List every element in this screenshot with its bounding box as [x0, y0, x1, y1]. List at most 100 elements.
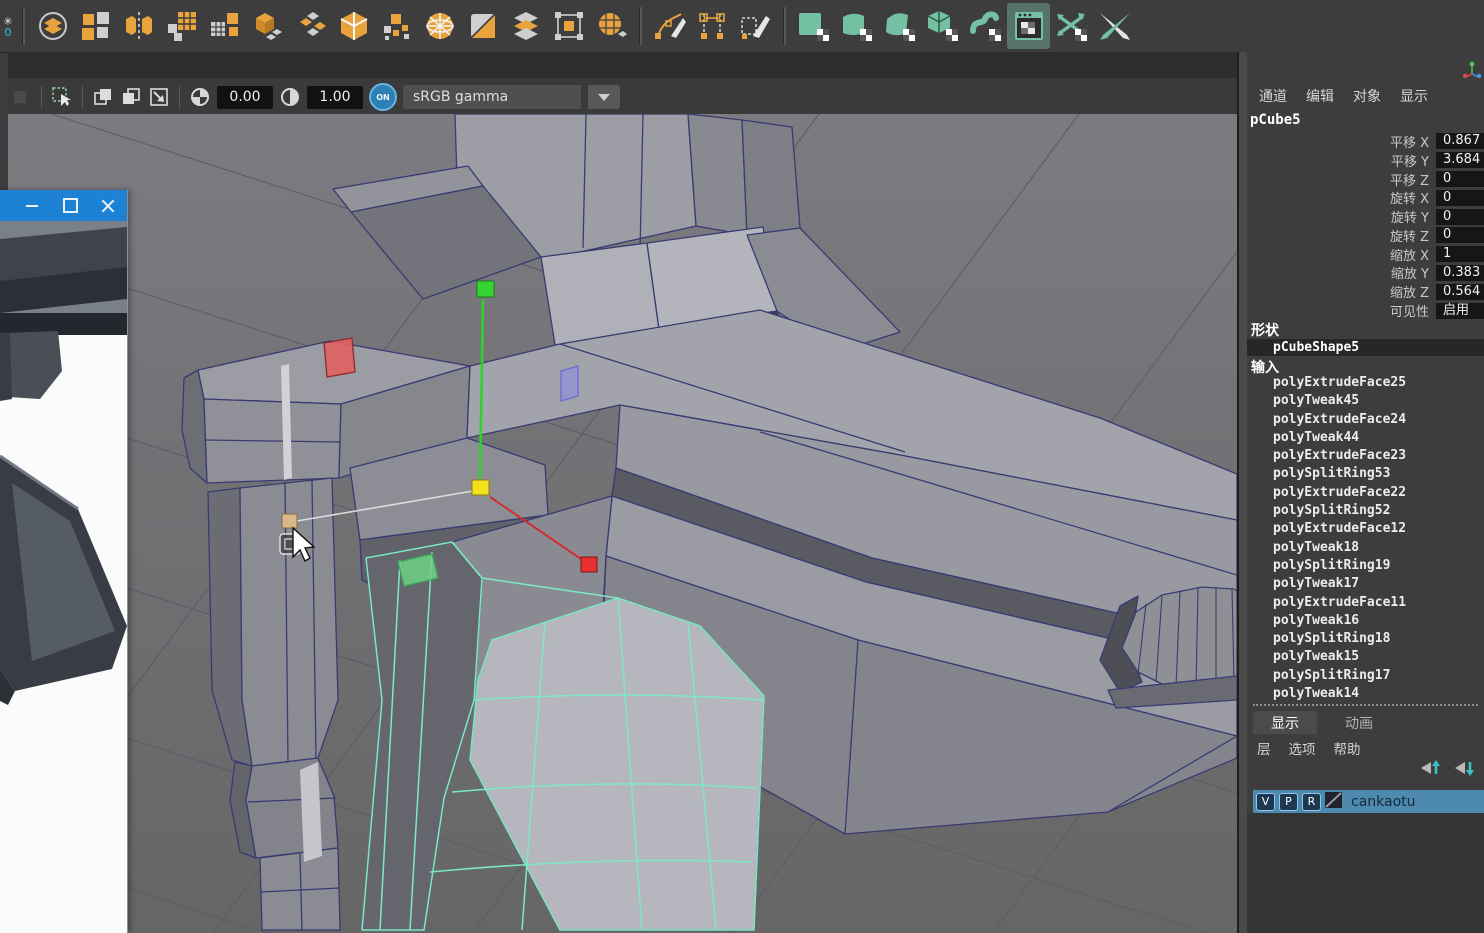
pencil-sketch-icon[interactable] — [734, 3, 777, 49]
input-node[interactable]: polySplitRing19 — [1247, 557, 1484, 575]
triangulate-icon[interactable] — [461, 3, 504, 49]
boolean-cube-icon[interactable] — [332, 3, 375, 49]
layer-playback-toggle[interactable]: P — [1279, 793, 1298, 811]
extract-faces-icon[interactable] — [246, 3, 289, 49]
exposure-icon[interactable] — [189, 86, 211, 108]
attr-value[interactable]: 0 — [1436, 171, 1484, 187]
separate-icon[interactable] — [74, 3, 117, 49]
uv-knife-icon[interactable] — [1093, 3, 1136, 49]
isolate-select-icon[interactable] — [92, 86, 114, 108]
input-node[interactable]: polyExtrudeFace25 — [1247, 374, 1484, 392]
color-management-toggle[interactable]: ON — [369, 83, 397, 111]
layer-name[interactable]: cankaotu — [1351, 794, 1416, 810]
clipped-viewport-icon[interactable] — [10, 86, 32, 108]
input-node[interactable]: polyExtrudeFace12 — [1247, 520, 1484, 538]
layer-render-toggle[interactable]: R — [1302, 793, 1321, 811]
attr-value[interactable]: 0 — [1436, 209, 1484, 225]
attr-value[interactable]: 1 — [1436, 246, 1484, 262]
maximize-button[interactable] — [51, 190, 89, 221]
input-node[interactable]: polyTweak44 — [1247, 429, 1484, 447]
uv-planar-icon[interactable] — [792, 3, 835, 49]
menu-edit[interactable]: 编辑 — [1306, 86, 1334, 106]
input-node[interactable]: polyExtrudeFace22 — [1247, 484, 1484, 502]
attr-value[interactable]: 3.684 — [1436, 152, 1484, 168]
input-node[interactable]: polyExtrudeFace23 — [1247, 447, 1484, 465]
mirror-cut-icon[interactable] — [117, 3, 160, 49]
input-node[interactable]: polyTweak18 — [1247, 539, 1484, 557]
move-layer-up-icon[interactable] — [1420, 760, 1442, 780]
object-name[interactable]: pCube5 — [1250, 112, 1301, 128]
tab-anim[interactable]: 动画 — [1327, 711, 1391, 734]
smooth-sphere-icon[interactable] — [418, 3, 461, 49]
isolate-add-icon[interactable] — [120, 86, 142, 108]
colorspace-dropdown-arrow[interactable] — [588, 85, 620, 109]
input-node[interactable]: polySplitRing52 — [1247, 502, 1484, 520]
menu-channels[interactable]: 通道 — [1259, 86, 1287, 106]
menu-layers[interactable]: 层 — [1257, 738, 1271, 758]
layer-color-swatch[interactable] — [1325, 792, 1342, 812]
menu-show[interactable]: 显示 — [1400, 86, 1428, 106]
move-layer-down-icon[interactable] — [1454, 760, 1476, 780]
attr-value[interactable]: 启用 — [1436, 303, 1484, 319]
frame-selected-icon[interactable] — [148, 86, 170, 108]
gamma-icon[interactable] — [279, 86, 301, 108]
attr-value[interactable]: 0.867 — [1436, 133, 1484, 149]
reference-window-titlebar[interactable] — [0, 190, 127, 221]
close-button[interactable] — [89, 190, 127, 221]
uv-shell-icon[interactable] — [835, 3, 878, 49]
attr-label[interactable]: 平移 Z — [1247, 170, 1429, 189]
uv-tube-icon[interactable] — [964, 3, 1007, 49]
input-node[interactable]: polyTweak15 — [1247, 648, 1484, 666]
layer-row-cankaotu[interactable]: V P R cankaotu — [1253, 790, 1484, 813]
input-node[interactable]: polySplitRing53 — [1247, 465, 1484, 483]
attr-label[interactable]: 旋转 Y — [1247, 207, 1429, 226]
x-axis-handle[interactable] — [581, 557, 597, 572]
input-node[interactable]: polySplitRing17 — [1247, 667, 1484, 685]
attr-label[interactable]: 平移 Y — [1247, 151, 1429, 170]
combine-icon[interactable] — [31, 3, 74, 49]
layer-visible-toggle[interactable]: V — [1256, 793, 1275, 811]
attr-value[interactable]: 0.564 — [1436, 284, 1484, 300]
viewport-3d[interactable] — [8, 114, 1237, 933]
attr-value[interactable]: 0 — [1436, 190, 1484, 206]
attr-label[interactable]: 缩放 X — [1247, 245, 1429, 264]
input-node[interactable]: polySplitRing18 — [1247, 630, 1484, 648]
multi-cut-icon[interactable] — [289, 3, 332, 49]
minimize-button[interactable] — [13, 190, 51, 221]
input-node[interactable]: polyExtrudeFace11 — [1247, 594, 1484, 612]
select-tool-icon[interactable] — [51, 86, 73, 108]
attr-label[interactable]: 缩放 Y — [1247, 263, 1429, 282]
attr-value[interactable]: 0 — [1436, 227, 1484, 243]
quadrangulate-icon[interactable] — [504, 3, 547, 49]
edit-cv-handles-icon[interactable] — [691, 3, 734, 49]
exposure-field[interactable]: 0.00 — [217, 86, 273, 109]
poke-verts-icon[interactable] — [375, 3, 418, 49]
transform-frame-icon[interactable] — [547, 3, 590, 49]
layer-list-empty-area[interactable] — [1247, 813, 1484, 933]
reference-image-window[interactable] — [0, 190, 128, 933]
curve-pen-icon[interactable] — [648, 3, 691, 49]
input-node[interactable]: polyTweak45 — [1247, 392, 1484, 410]
attr-value[interactable]: 0.383 — [1436, 265, 1484, 281]
input-node[interactable]: polyExtrudeFace24 — [1247, 411, 1484, 429]
menu-help[interactable]: 帮助 — [1334, 738, 1361, 758]
attr-label[interactable]: 旋转 Z — [1247, 226, 1429, 245]
attr-label[interactable]: 旋转 X — [1247, 188, 1429, 207]
menu-object[interactable]: 对象 — [1353, 86, 1381, 106]
center-handle[interactable] — [472, 480, 489, 495]
tab-display[interactable]: 显示 — [1253, 711, 1317, 734]
panel-resize-separator[interactable] — [1253, 704, 1478, 706]
input-node[interactable]: polyTweak17 — [1247, 575, 1484, 593]
uv-cube-map-icon[interactable] — [921, 3, 964, 49]
uv-contour-icon[interactable] — [878, 3, 921, 49]
input-node[interactable]: polyTweak16 — [1247, 612, 1484, 630]
snap-target-handle[interactable] — [282, 514, 297, 528]
y-axis-handle[interactable] — [477, 281, 494, 297]
grid-detach-icon[interactable] — [160, 3, 203, 49]
uv-cut-sew-icon[interactable] — [1050, 3, 1093, 49]
colorspace-dropdown[interactable]: sRGB gamma — [403, 85, 581, 109]
gamma-field[interactable]: 1.00 — [307, 86, 363, 109]
menu-options[interactable]: 选项 — [1289, 738, 1316, 758]
uv-editor-icon[interactable] — [1007, 3, 1050, 49]
grid-attach-icon[interactable] — [203, 3, 246, 49]
